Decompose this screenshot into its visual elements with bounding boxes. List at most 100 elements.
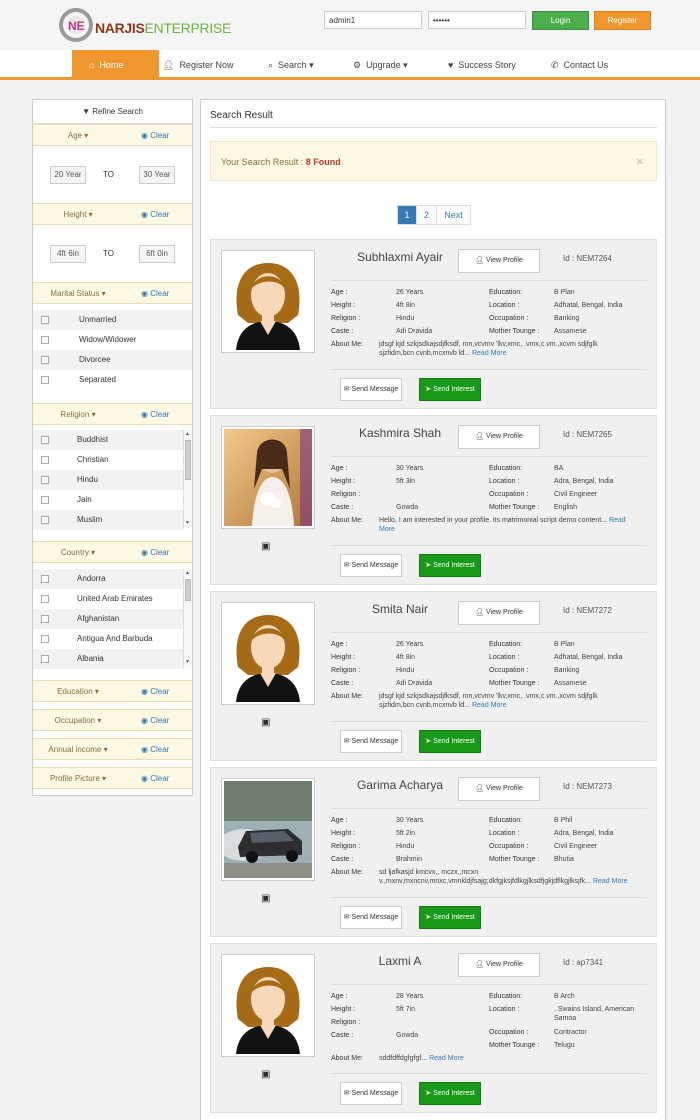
send-message-button[interactable]: ✉ Send Message xyxy=(340,730,402,753)
checkbox[interactable] xyxy=(41,376,49,384)
view-profile-button[interactable]: 👤︎ View Profile xyxy=(458,425,540,449)
country-option[interactable]: Antigua And Barbuda xyxy=(33,629,185,649)
filter-country-clear[interactable]: ◉ Clear xyxy=(141,548,169,557)
profile-photo[interactable] xyxy=(221,954,315,1057)
close-icon[interactable]: × xyxy=(636,154,644,169)
marital-option[interactable]: Divorcee xyxy=(33,350,192,370)
view-profile-button[interactable]: 👤︎ View Profile xyxy=(458,777,540,801)
country-option[interactable]: Andorra xyxy=(33,569,185,589)
nav-search[interactable]: ⌕ Search ▾ xyxy=(268,50,314,80)
image-icon[interactable]: ▣ xyxy=(261,1069,270,1080)
checkbox[interactable] xyxy=(41,635,49,643)
filter-education-header[interactable]: Education ▾ ◉ Clear xyxy=(33,680,192,702)
page-2[interactable]: 2 xyxy=(417,206,437,224)
profile-photo[interactable] xyxy=(221,426,315,529)
country-scrollbar[interactable]: ▲ ▼ xyxy=(183,569,192,667)
filter-country-header[interactable]: Country ▾ ◉ Clear xyxy=(33,541,192,563)
marital-option[interactable]: Separated xyxy=(33,370,192,390)
religion-option[interactable]: Muslim xyxy=(33,510,185,530)
scrollbar-thumb[interactable] xyxy=(185,579,191,601)
filter-religion-clear[interactable]: ◉ Clear xyxy=(141,410,169,419)
read-more-link[interactable]: Read More xyxy=(593,878,628,885)
country-option[interactable]: United Arab Emirates xyxy=(33,589,185,609)
filter-marital-label[interactable]: Marital Status ▾ xyxy=(33,289,123,298)
filter-picture-label[interactable]: Profile Picture ▾ xyxy=(33,774,123,783)
password-input[interactable] xyxy=(428,11,526,29)
nav-success-story[interactable]: ♥ Success Story xyxy=(448,50,516,80)
brand-logo[interactable]: NE NARJISENTERPRISE xyxy=(58,6,238,44)
send-message-button[interactable]: ✉ Send Message xyxy=(340,378,402,401)
read-more-link[interactable]: Read More xyxy=(472,350,507,357)
checkbox[interactable] xyxy=(41,336,49,344)
checkbox[interactable] xyxy=(41,615,49,623)
filter-picture-header[interactable]: Profile Picture ▾ ◉ Clear xyxy=(33,767,192,789)
filter-occupation-label[interactable]: Occupation ▾ xyxy=(33,716,123,725)
filter-income-header[interactable]: Annual income ▾ ◉ Clear xyxy=(33,738,192,760)
send-interest-button[interactable]: ➤ Send Interest xyxy=(419,906,481,929)
filter-income-clear[interactable]: ◉ Clear xyxy=(141,745,169,754)
filter-age-label[interactable]: Age ▾ xyxy=(33,131,123,140)
send-interest-button[interactable]: ➤ Send Interest xyxy=(419,1082,481,1105)
image-icon[interactable]: ▣ xyxy=(261,717,270,728)
profile-photo[interactable] xyxy=(221,602,315,705)
religion-option[interactable]: Buddhist xyxy=(33,430,185,450)
profile-name[interactable]: Garima Acharya xyxy=(345,778,455,792)
page-1[interactable]: 1 xyxy=(398,206,417,224)
nav-home[interactable]: ⌂ Home xyxy=(72,50,159,80)
profile-name[interactable]: Smita Nair xyxy=(345,602,455,616)
filter-income-label[interactable]: Annual income ▾ xyxy=(33,745,123,754)
checkbox[interactable] xyxy=(41,655,49,663)
page-next[interactable]: Next xyxy=(437,206,470,224)
checkbox[interactable] xyxy=(41,496,49,504)
nav-register-now[interactable]: 👤︎ Register Now xyxy=(163,50,233,80)
filter-education-clear[interactable]: ◉ Clear xyxy=(141,687,169,696)
filter-marital-clear[interactable]: ◉ Clear xyxy=(141,289,169,298)
age-from-select[interactable]: 20 Year xyxy=(50,166,86,184)
country-option[interactable]: Albania xyxy=(33,649,185,669)
checkbox[interactable] xyxy=(41,356,49,364)
nav-upgrade[interactable]: ⚙ Upgrade ▾ xyxy=(353,50,408,80)
filter-religion-label[interactable]: Religion ▾ xyxy=(33,410,123,419)
view-profile-button[interactable]: 👤︎ View Profile xyxy=(458,953,540,977)
image-icon[interactable]: ▣ xyxy=(261,893,270,904)
send-message-button[interactable]: ✉ Send Message xyxy=(340,554,402,577)
checkbox[interactable] xyxy=(41,316,49,324)
read-more-link[interactable]: Read More xyxy=(429,1055,464,1062)
marital-option[interactable]: Widow/Widower xyxy=(33,330,192,350)
send-interest-button[interactable]: ➤ Send Interest xyxy=(419,378,481,401)
scrollbar-thumb[interactable] xyxy=(185,440,191,480)
religion-option[interactable]: Jain xyxy=(33,490,185,510)
filter-education-label[interactable]: Education ▾ xyxy=(33,687,123,696)
profile-name[interactable]: Laxmi A xyxy=(345,954,455,968)
country-option[interactable]: Afghanistan xyxy=(33,609,185,629)
send-message-button[interactable]: ✉ Send Message xyxy=(340,1082,402,1105)
height-to-select[interactable]: 6ft 0in xyxy=(139,245,175,263)
religion-option[interactable]: Hindu xyxy=(33,470,185,490)
filter-height-clear[interactable]: ◉ Clear xyxy=(141,210,169,219)
marital-option[interactable]: Unmarried xyxy=(33,310,192,330)
filter-religion-header[interactable]: Religion ▾ ◉ Clear xyxy=(33,403,192,425)
filter-country-label[interactable]: Country ▾ xyxy=(33,548,123,557)
send-interest-button[interactable]: ➤ Send Interest xyxy=(419,730,481,753)
profile-photo[interactable] xyxy=(221,250,315,353)
filter-occupation-header[interactable]: Occupation ▾ ◉ Clear xyxy=(33,709,192,731)
filter-picture-clear[interactable]: ◉ Clear xyxy=(141,774,169,783)
checkbox[interactable] xyxy=(41,516,49,524)
age-to-select[interactable]: 30 Year xyxy=(139,166,175,184)
religion-option[interactable]: Christian xyxy=(33,450,185,470)
login-button[interactable]: Login xyxy=(532,11,589,30)
username-input[interactable] xyxy=(324,11,422,29)
image-icon[interactable]: ▣ xyxy=(261,541,270,552)
profile-photo[interactable] xyxy=(221,778,315,881)
filter-age-header[interactable]: Age ▾ ◉ Clear xyxy=(33,124,192,146)
filter-age-clear[interactable]: ◉ Clear xyxy=(141,131,169,140)
checkbox[interactable] xyxy=(41,575,49,583)
filter-occupation-clear[interactable]: ◉ Clear xyxy=(141,716,169,725)
send-message-button[interactable]: ✉ Send Message xyxy=(340,906,402,929)
filter-height-header[interactable]: Height ▾ ◉ Clear xyxy=(33,203,192,225)
checkbox[interactable] xyxy=(41,595,49,603)
profile-name[interactable]: Subhlaxmi Ayair xyxy=(345,250,455,264)
filter-height-label[interactable]: Height ▾ xyxy=(33,210,123,219)
checkbox[interactable] xyxy=(41,456,49,464)
view-profile-button[interactable]: 👤︎ View Profile xyxy=(458,601,540,625)
